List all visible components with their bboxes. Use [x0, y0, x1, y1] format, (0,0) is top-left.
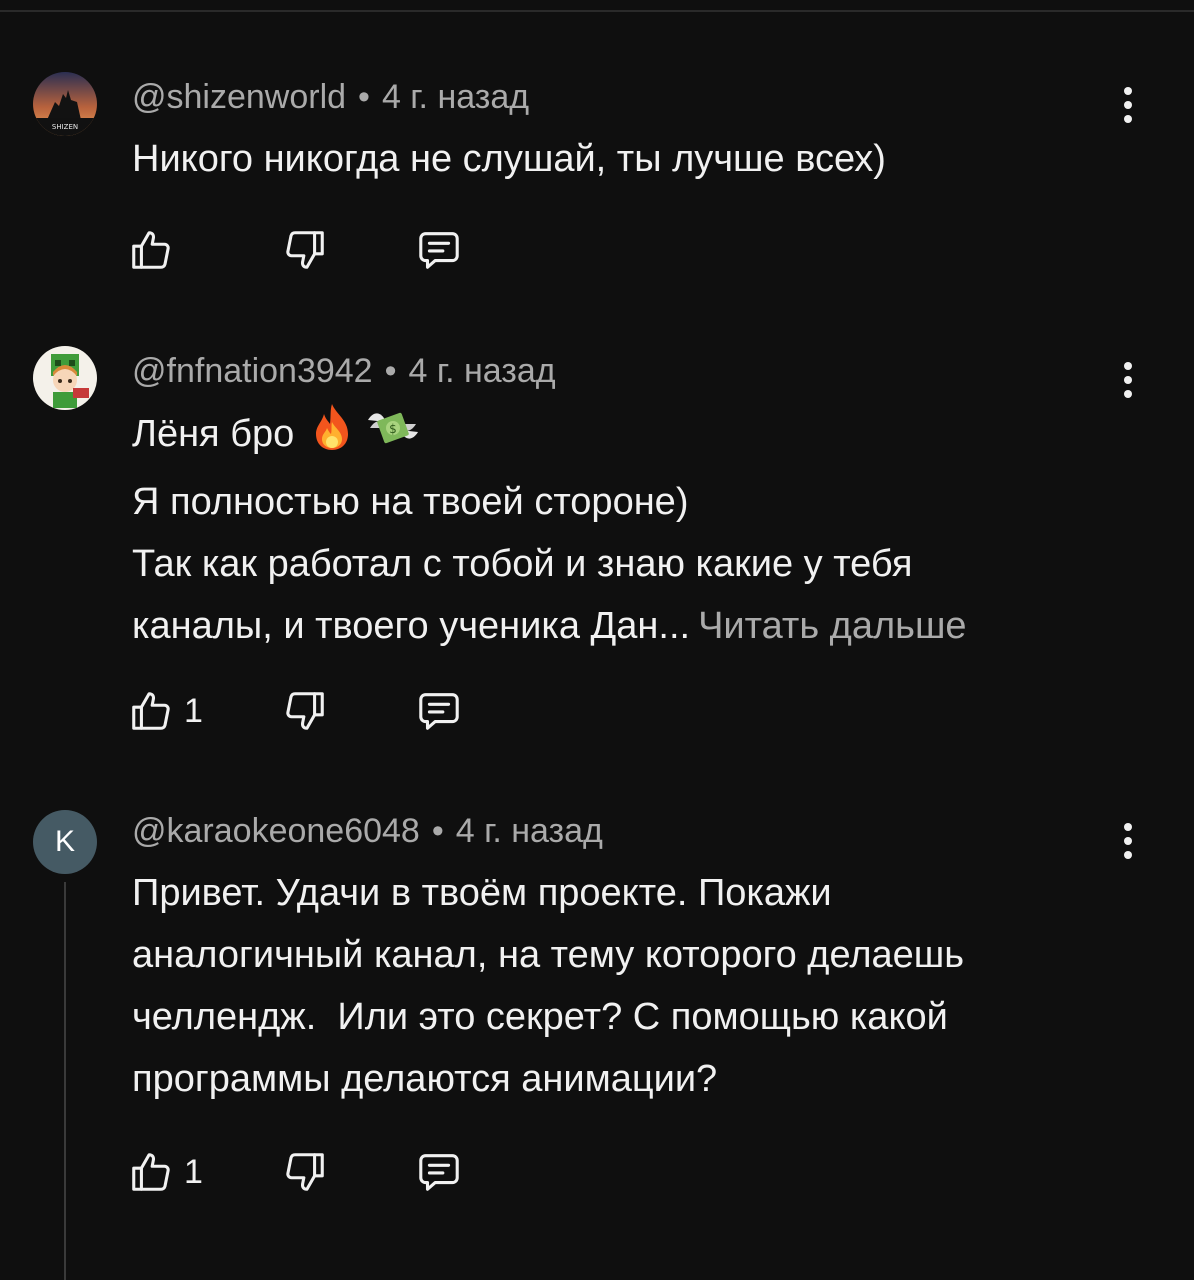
- more-vert-icon: [1124, 823, 1132, 831]
- like-button[interactable]: 1: [128, 686, 203, 736]
- meta-separator: •: [358, 78, 370, 116]
- comment-text-line: Никого никогда не слушай, ты лучше всех): [132, 138, 886, 180]
- comment-time[interactable]: 4 г. назад: [409, 352, 556, 390]
- comment-author[interactable]: @karaokeone6048: [132, 812, 420, 850]
- svg-text:$: $: [389, 422, 397, 436]
- money-with-wings-emoji: $: [364, 402, 422, 471]
- avatar[interactable]: K: [33, 810, 97, 874]
- more-vert-icon: [1124, 362, 1132, 370]
- dislike-button[interactable]: [282, 1147, 328, 1197]
- more-vert-icon: [1124, 87, 1132, 95]
- meta-separator: •: [384, 352, 397, 390]
- comment-time[interactable]: 4 г. назад: [382, 78, 529, 116]
- reply-button[interactable]: [414, 1147, 464, 1197]
- avatar-letter: K: [54, 825, 75, 858]
- like-count: 1: [184, 691, 203, 730]
- comment-text-line: программы делаются анимации?: [132, 1058, 718, 1100]
- thumb-down-icon: [286, 231, 324, 269]
- like-button[interactable]: [128, 225, 174, 275]
- reply-comment-icon: [419, 693, 459, 730]
- comment-text-line: Лёня бро $: [132, 402, 1122, 471]
- menu-dot: [1124, 851, 1132, 859]
- reply-comment-icon: [419, 232, 459, 269]
- comment-text-segment: каналы, и твоего ученика Дан...: [132, 605, 691, 647]
- menu-dot: [1124, 837, 1132, 845]
- comment-text-line: Я полностью на твоей стороне): [132, 481, 689, 523]
- like-button[interactable]: 1: [128, 1147, 203, 1197]
- reply-comment-icon: [419, 1154, 459, 1191]
- comment-author[interactable]: @shizenworld: [132, 78, 346, 116]
- thumb-up-icon: [132, 1153, 170, 1191]
- top-divider: [0, 10, 1194, 12]
- comment-time[interactable]: 4 г. назад: [456, 812, 603, 850]
- menu-dot: [1124, 376, 1132, 384]
- thumb-down-icon: [286, 1153, 324, 1191]
- reply-button[interactable]: [414, 686, 464, 736]
- comment-text-segment: Лёня бро: [132, 413, 295, 455]
- comment-text-line: каналы, и твоего ученика Дан... Читать да…: [132, 595, 1122, 657]
- read-more-link[interactable]: Читать дальше: [698, 605, 967, 647]
- menu-dot: [1124, 390, 1132, 398]
- fire-emoji: [310, 402, 354, 471]
- reply-button[interactable]: [414, 225, 464, 275]
- avatar[interactable]: [33, 346, 97, 410]
- comment-text: Привет. Удачи в твоём проекте. Покажи ан…: [132, 862, 1122, 1110]
- comment-menu-button[interactable]: [1110, 816, 1146, 866]
- comment-text: Лёня бро $ Я полностью на твоей стороне)…: [132, 402, 1122, 657]
- menu-dot: [1124, 101, 1132, 109]
- comment-text-line: Привет. Удачи в твоём проекте. Покажи: [132, 872, 832, 914]
- comment-text-line: аналогичный канал, на тему которого дела…: [132, 934, 965, 976]
- thumb-up-icon: [132, 231, 170, 269]
- comment-text-line: Так как работал с тобой и знаю какие у т…: [132, 543, 913, 585]
- comment-menu-button[interactable]: [1110, 80, 1146, 130]
- avatar[interactable]: SHIZEN: [33, 72, 97, 136]
- comment-meta: @shizenworld • 4 г. назад: [132, 78, 529, 117]
- meta-separator: •: [431, 812, 444, 850]
- comment-author[interactable]: @fnfnation3942: [132, 352, 373, 390]
- comment-menu-button[interactable]: [1110, 355, 1146, 405]
- thumb-down-icon: [286, 692, 324, 730]
- comment-text-line: челлендж. Или это секрет? С помощью како…: [132, 996, 948, 1038]
- like-count: 1: [184, 1152, 203, 1191]
- avatar-logo-text: SHIZEN: [52, 123, 78, 131]
- menu-dot: [1124, 115, 1132, 123]
- comment-meta: @fnfnation3942 • 4 г. назад: [132, 352, 556, 391]
- thumb-up-icon: [132, 692, 170, 730]
- reply-thread-line: [64, 882, 66, 1280]
- comment-meta: @karaokeone6048 • 4 г. назад: [132, 812, 603, 851]
- dislike-button[interactable]: [282, 225, 328, 275]
- comment-text: Никого никогда не слушай, ты лучше всех): [132, 128, 1122, 190]
- dislike-button[interactable]: [282, 686, 328, 736]
